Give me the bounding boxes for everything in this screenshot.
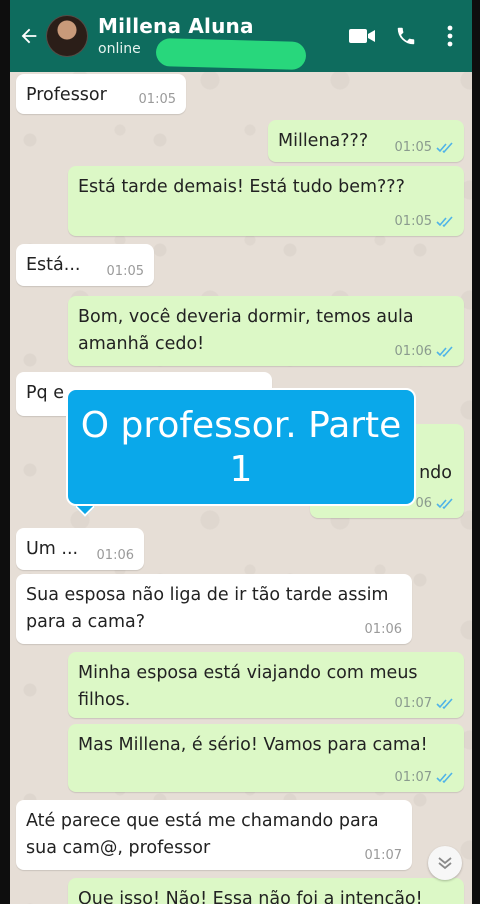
message-bubble[interactable]: Sua esposa não liga de ir tão tarde assi… — [16, 574, 412, 644]
contact-name: Millena Aluna — [98, 14, 254, 38]
message-time: 01:07 — [364, 848, 402, 863]
message-text: Que isso! Não! Essa não foi a intenção! — [78, 889, 423, 904]
message-text: Millena??? — [278, 131, 369, 151]
overlay-caption: O professor. Parte 1 — [66, 388, 416, 506]
message-text: Bom, você deveria dormir, temos aula ama… — [78, 307, 414, 354]
message-time: 01:05 — [395, 140, 454, 156]
message-bubble[interactable]: Mas Millena, é sério! Vamos para cama! 0… — [68, 724, 464, 792]
message-text: Um ... — [26, 539, 79, 559]
message-bubble[interactable]: Um ... 01:06 — [16, 528, 144, 570]
message-time: 01:06 — [364, 622, 402, 637]
more-options-icon[interactable] — [428, 0, 472, 72]
message-bubble[interactable]: Está tarde demais! Está tudo bem??? 01:0… — [68, 166, 464, 236]
chevron-down-icon — [438, 857, 452, 870]
chat-screen: Millena Aluna online Professor 01:05 Mil… — [10, 0, 472, 904]
message-text: Está... — [26, 255, 81, 275]
message-bubble[interactable]: Minha esposa está viajando com meus filh… — [68, 652, 464, 718]
message-time: 01:05 — [106, 264, 144, 279]
message-time: 06 — [415, 496, 454, 512]
redaction-scribble — [155, 38, 307, 70]
chat-header: Millena Aluna online — [10, 0, 472, 72]
phone-icon[interactable] — [384, 0, 428, 72]
message-bubble[interactable]: Millena??? 01:05 — [268, 120, 464, 162]
message-text: Professor — [26, 85, 107, 105]
back-arrow-icon[interactable] — [12, 0, 46, 72]
message-text: ndo — [419, 463, 452, 483]
message-text: Minha esposa está viajando com meus filh… — [78, 663, 418, 710]
read-ticks-icon — [436, 142, 453, 154]
message-bubble[interactable]: Está... 01:05 — [16, 244, 154, 286]
message-text: Está tarde demais! Está tudo bem??? — [78, 177, 405, 197]
read-ticks-icon — [436, 346, 453, 358]
read-ticks-icon — [436, 498, 453, 510]
read-ticks-icon — [436, 216, 453, 228]
contact-status: online — [98, 41, 141, 57]
message-time: 01:07 — [395, 696, 454, 712]
message-time: 01:07 — [395, 770, 454, 786]
message-text: Até parece que está me chamando para sua… — [26, 811, 379, 858]
message-bubble[interactable]: Professor 01:05 — [16, 74, 186, 114]
read-ticks-icon — [436, 772, 453, 784]
message-text: Mas Millena, é sério! Vamos para cama! — [78, 735, 428, 755]
message-bubble[interactable]: Bom, você deveria dormir, temos aula ama… — [68, 296, 464, 366]
message-time: 01:06 — [96, 548, 134, 563]
contact-info[interactable]: Millena Aluna online — [98, 14, 340, 70]
read-ticks-icon — [436, 698, 453, 710]
scroll-down-button[interactable] — [428, 846, 462, 880]
message-text: Sua esposa não liga de ir tão tarde assi… — [26, 585, 389, 632]
video-call-icon[interactable] — [340, 0, 384, 72]
message-bubble[interactable]: Até parece que está me chamando para sua… — [16, 800, 412, 870]
message-time: 01:06 — [395, 344, 454, 360]
message-time: 01:05 — [138, 92, 176, 107]
message-bubble[interactable]: Que isso! Não! Essa não foi a intenção! — [68, 878, 464, 904]
message-text: Pq e — [26, 383, 64, 403]
message-time: 01:05 — [395, 214, 454, 230]
avatar[interactable] — [46, 15, 88, 57]
